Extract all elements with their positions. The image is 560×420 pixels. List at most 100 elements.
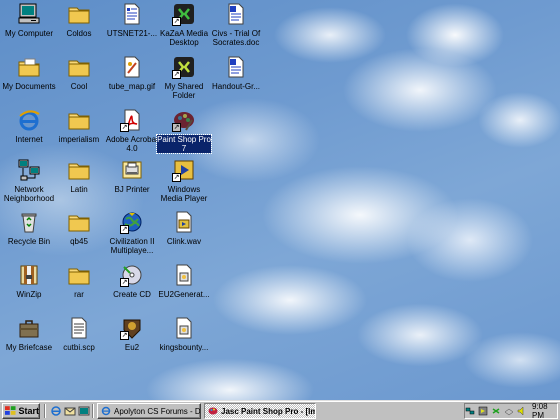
desktop-icon-clink-wav[interactable]: Clink.wav bbox=[155, 210, 213, 260]
icon-label: Create CD bbox=[113, 290, 151, 299]
desktop[interactable]: My Computer My Documents Internet Networ… bbox=[0, 0, 560, 400]
icon-label: Eu2 bbox=[124, 343, 140, 352]
task-label: Jasc Paint Shop Pro - [Ima... bbox=[221, 406, 315, 416]
taskbar-button-paint-shop-pro[interactable]: Jasc Paint Shop Pro - [Ima... bbox=[204, 403, 316, 419]
desktop-icon-adobe-acrobat[interactable]: ↗ Adobe Acrobat 4.0 bbox=[103, 108, 161, 158]
folder-icon bbox=[67, 263, 91, 287]
desktop-icon-cutbi[interactable]: cutbi.scp bbox=[50, 316, 108, 366]
desktop-icon-create-cd[interactable]: ↗ Create CD bbox=[103, 263, 161, 313]
tray-volume-icon[interactable] bbox=[517, 406, 527, 416]
desktop-icon-coldos[interactable]: Coldos bbox=[50, 2, 108, 52]
system-tray: 9:08 PM bbox=[464, 402, 558, 420]
icon-label: Network Neighborhood bbox=[3, 185, 55, 203]
shortcut-arrow-icon: ↗ bbox=[172, 70, 181, 79]
shortcut-arrow-icon: ↗ bbox=[120, 225, 129, 234]
task-label: Apolyton CS Forums - Des... bbox=[114, 406, 201, 416]
desktop-icon-eu2[interactable]: ↗ Eu2 bbox=[103, 316, 161, 366]
tray-kazaa-icon[interactable] bbox=[491, 406, 501, 416]
desktop-icon-imperialism[interactable]: imperialism bbox=[50, 108, 108, 158]
desktop-icon-civilization[interactable]: ↗ Civilization II Multiplaye... bbox=[103, 210, 161, 260]
eu2-icon: ↗ bbox=[120, 316, 144, 340]
tray-drive-icon[interactable] bbox=[504, 406, 514, 416]
desktop-icon-tube-map[interactable]: tube_map.gif bbox=[103, 55, 161, 105]
quick-launch-ie-icon[interactable] bbox=[49, 404, 63, 418]
quick-launch-outlook-icon[interactable] bbox=[63, 404, 77, 418]
word-doc-icon bbox=[224, 55, 248, 79]
icon-label: BJ Printer bbox=[114, 185, 150, 194]
desktop-icon-utsnet21[interactable]: UTSNET21-... bbox=[103, 2, 161, 52]
folder-icon bbox=[67, 55, 91, 79]
icon-label: Internet bbox=[15, 135, 43, 144]
shared-folder-icon: ↗ bbox=[172, 55, 196, 79]
desktop-icon-kazaa[interactable]: ↗ KaZaA Media Desktop bbox=[155, 2, 213, 52]
desktop-icon-rar[interactable]: rar bbox=[50, 263, 108, 313]
icon-label: Handout-Gr... bbox=[211, 82, 261, 91]
shortcut-arrow-icon: ↗ bbox=[120, 123, 129, 132]
desktop-icon-bj-printer[interactable]: BJ Printer bbox=[103, 158, 161, 208]
shortcut-arrow-icon: ↗ bbox=[172, 123, 181, 132]
briefcase-icon bbox=[17, 316, 41, 340]
my-documents-icon bbox=[17, 55, 41, 79]
winzip-icon bbox=[17, 263, 41, 287]
icon-label: Adobe Acrobat 4.0 bbox=[105, 135, 159, 153]
gif-image-icon bbox=[120, 55, 144, 79]
folder-icon bbox=[67, 158, 91, 182]
icon-label: kingsbounty... bbox=[159, 343, 209, 352]
tray-network-icon[interactable] bbox=[465, 406, 475, 416]
taskbar-button-apolyton[interactable]: Apolyton CS Forums - Des... bbox=[97, 403, 201, 419]
icon-label: WinZip bbox=[16, 290, 42, 299]
icon-label: rar bbox=[74, 290, 84, 299]
desktop-icon-civs-trial-of-socrates[interactable]: Civs - Trial Of Socrates.doc bbox=[207, 2, 265, 52]
icon-label: Coldos bbox=[66, 29, 92, 38]
icon-label: EU2Generat... bbox=[158, 290, 210, 299]
icon-label: cutbi.scp bbox=[63, 343, 95, 352]
clock[interactable]: 9:08 PM bbox=[532, 402, 553, 420]
network-icon bbox=[17, 158, 41, 182]
icon-label: My Shared Folder bbox=[164, 82, 204, 100]
document-icon bbox=[120, 2, 144, 26]
browser-window-icon bbox=[101, 406, 111, 416]
icon-label: My Briefcase bbox=[5, 343, 53, 352]
desktop-icon-my-shared-folder[interactable]: ↗ My Shared Folder bbox=[155, 55, 213, 105]
document-icon bbox=[172, 316, 196, 340]
start-button[interactable]: Start bbox=[2, 403, 40, 419]
icon-label: Latin bbox=[70, 185, 88, 194]
icon-label: Windows Media Player bbox=[160, 185, 208, 203]
taskbar: Start Apolyton CS Forums - Des... Jasc P… bbox=[0, 400, 560, 420]
kazaa-icon: ↗ bbox=[172, 2, 196, 26]
folder-icon bbox=[67, 2, 91, 26]
icon-label: KaZaA Media Desktop bbox=[159, 29, 209, 47]
desktop-icon-kingsbounty[interactable]: kingsbounty... bbox=[155, 316, 213, 366]
quick-launch-desktop-icon[interactable] bbox=[77, 404, 91, 418]
icon-label: tube_map.gif bbox=[108, 82, 156, 91]
folder-icon bbox=[67, 210, 91, 234]
icon-label: imperialism bbox=[58, 135, 100, 144]
shortcut-arrow-icon: ↗ bbox=[172, 173, 181, 182]
desktop-icon-eu2generat[interactable]: EU2Generat... bbox=[155, 263, 213, 313]
taskbar-separator bbox=[44, 404, 46, 418]
document-icon bbox=[172, 263, 196, 287]
taskbar-separator bbox=[92, 404, 94, 418]
desktop-icon-paint-shop-pro[interactable]: ↗ Paint Shop Pro 7 bbox=[155, 108, 213, 158]
desktop-icon-windows-media-player[interactable]: ↗ Windows Media Player bbox=[155, 158, 213, 208]
desktop-icon-cool[interactable]: Cool bbox=[50, 55, 108, 105]
acrobat-icon: ↗ bbox=[120, 108, 144, 132]
folder-icon bbox=[67, 108, 91, 132]
sound-file-icon bbox=[172, 210, 196, 234]
media-player-icon: ↗ bbox=[172, 158, 196, 182]
tray-media-icon[interactable] bbox=[478, 406, 488, 416]
paint-shop-pro-small-icon bbox=[208, 407, 218, 415]
my-computer-icon bbox=[17, 2, 41, 26]
civilization-icon: ↗ bbox=[120, 210, 144, 234]
word-doc-icon bbox=[224, 2, 248, 26]
icon-label: Cool bbox=[70, 82, 88, 91]
icon-label: Civs - Trial Of Socrates.doc bbox=[211, 29, 261, 47]
start-label: Start bbox=[18, 406, 39, 416]
icon-label: Recycle Bin bbox=[7, 237, 51, 246]
desktop-icon-qb45[interactable]: qb45 bbox=[50, 210, 108, 260]
recycle-bin-icon bbox=[17, 210, 41, 234]
desktop-icon-handout[interactable]: Handout-Gr... bbox=[207, 55, 265, 105]
desktop-icon-latin[interactable]: Latin bbox=[50, 158, 108, 208]
icon-label: Paint Shop Pro 7 bbox=[156, 134, 212, 154]
printer-icon bbox=[120, 158, 144, 182]
